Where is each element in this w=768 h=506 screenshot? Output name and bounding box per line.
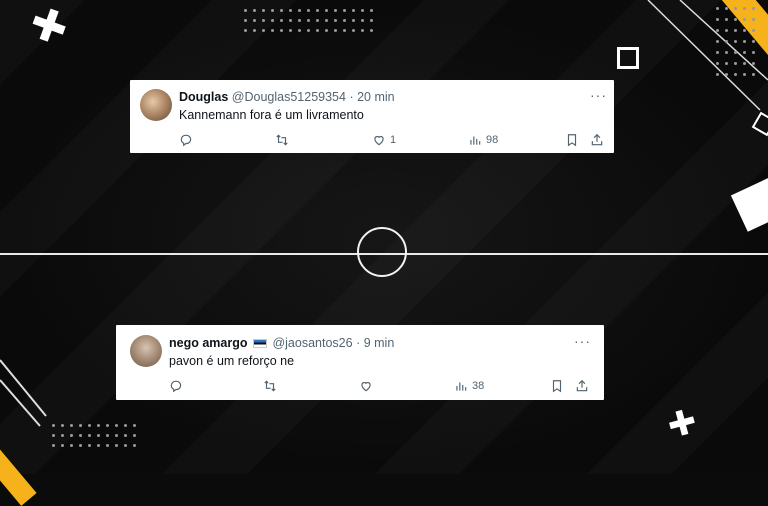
display-name[interactable]: nego amargo — [169, 336, 248, 350]
bookmark-icon — [552, 380, 562, 393]
share-icon — [576, 379, 588, 392]
user-handle[interactable]: @jaosantos26 — [272, 336, 352, 350]
user-handle[interactable]: @Douglas51259354 — [232, 90, 346, 104]
views-icon — [456, 382, 467, 391]
like-button[interactable] — [359, 378, 377, 394]
reply-icon — [180, 134, 192, 147]
retweet-icon — [276, 134, 288, 146]
more-icon[interactable]: ··· — [574, 333, 591, 349]
tweet-actions: 38 — [169, 378, 594, 394]
dot-grid-right — [716, 7, 755, 76]
dot-grid-top — [244, 9, 373, 32]
timestamp[interactable]: 9 min — [364, 336, 395, 350]
like-icon — [374, 135, 384, 146]
reply-button[interactable] — [179, 132, 197, 148]
display-name[interactable]: Douglas — [179, 90, 228, 104]
avatar[interactable] — [140, 89, 172, 121]
reply-icon — [170, 380, 182, 393]
retweet-button[interactable] — [263, 378, 281, 394]
like-count: 1 — [390, 134, 397, 146]
bookmark-button[interactable] — [565, 132, 579, 148]
curve-lines-bottom-left — [0, 359, 47, 427]
views-button[interactable]: 98 — [468, 132, 498, 148]
bookmark-button[interactable] — [550, 378, 564, 394]
separator-dot: · — [356, 336, 361, 350]
dot-grid-bottom-left — [52, 424, 136, 447]
view-count: 98 — [486, 134, 499, 146]
like-icon — [361, 381, 371, 392]
tweet-text: pavon é um reforço ne — [169, 354, 295, 368]
retweet-icon — [264, 380, 276, 392]
share-icon — [591, 133, 603, 146]
tweet-card[interactable]: Douglas @Douglas51259354 · 20 min ··· Ka… — [130, 80, 614, 153]
flag-icon — [252, 339, 267, 349]
avatar[interactable] — [130, 335, 162, 367]
square-outline-decoration — [617, 47, 639, 69]
tweet-header: Douglas @Douglas51259354 · 20 min — [179, 90, 395, 104]
share-button[interactable] — [575, 378, 589, 394]
more-icon[interactable]: ··· — [590, 87, 607, 103]
views-icon — [470, 136, 481, 145]
like-button[interactable]: 1 — [372, 132, 396, 148]
retweet-button[interactable] — [275, 132, 293, 148]
timestamp[interactable]: 20 min — [357, 90, 395, 104]
separator-dot: · — [349, 90, 354, 104]
view-count: 38 — [472, 380, 485, 392]
tweet-header: nego amargo @jaosantos26 · 9 min — [169, 336, 394, 350]
tweet-text: Kannemann fora é um livramento — [179, 108, 364, 122]
views-button[interactable]: 38 — [454, 378, 484, 394]
center-circle — [357, 227, 407, 277]
reply-button[interactable] — [169, 378, 187, 394]
tweet-card[interactable]: nego amargo @jaosantos26 · 9 min ··· pav… — [116, 325, 604, 400]
bookmark-icon — [567, 134, 577, 147]
share-button[interactable] — [590, 132, 604, 148]
tweet-actions: 1 98 — [179, 132, 604, 148]
